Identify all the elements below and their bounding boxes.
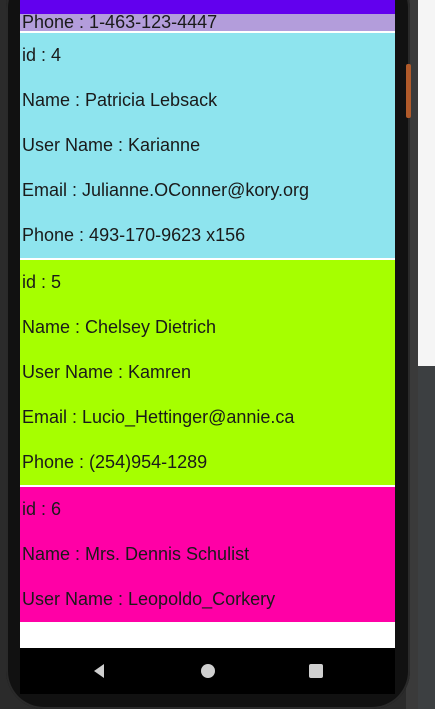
user-field: Email : Lucio_Hettinger@annie.ca: [22, 407, 295, 427]
home-icon[interactable]: [198, 661, 218, 681]
android-navigation-bar: [20, 648, 395, 694]
user-field: Name : Patricia Lebsack: [22, 90, 218, 110]
user-field: Phone : (254)954-1289: [22, 452, 208, 472]
user-field: User Name : Leopoldo_Corkery: [22, 589, 276, 609]
user-card[interactable]: Phone : 1-463-123-4447: [20, 12, 395, 33]
user-card[interactable]: id : 4 Name : Patricia Lebsack User Name :…: [20, 33, 395, 260]
app-screen: Phone : 1-463-123-4447 id : 4 Name : Patri…: [20, 0, 395, 648]
back-icon[interactable]: [90, 661, 110, 681]
user-field: Name : Chelsey Dietrich: [22, 317, 217, 337]
ide-editor-area: [418, 0, 435, 366]
user-field: User Name : Karianne: [22, 135, 201, 155]
user-field: Phone : 1-463-123-4447: [22, 12, 218, 32]
user-field: Email : Julianne.OConner@kory.org: [22, 180, 310, 200]
ide-panel-lower: [418, 366, 435, 709]
user-list[interactable]: Phone : 1-463-123-4447 id : 4 Name : Patri…: [20, 12, 395, 624]
user-field: Name : Mrs. Dennis Schulist: [22, 544, 250, 564]
user-card[interactable]: id : 5 Name : Chelsey Dietrich User Name :…: [20, 260, 395, 487]
user-field: id : 5: [22, 272, 62, 292]
recent-apps-icon[interactable]: [306, 661, 326, 681]
user-field: User Name : Kamren: [22, 362, 192, 382]
emulator-side-button[interactable]: [406, 64, 411, 118]
user-field: id : 4: [22, 45, 62, 65]
user-card[interactable]: id : 6 Name : Mrs. Dennis Schulist User Na…: [20, 487, 395, 624]
user-field: id : 6: [22, 499, 62, 519]
user-field: Phone : 493-170-9623 x156: [22, 225, 246, 245]
